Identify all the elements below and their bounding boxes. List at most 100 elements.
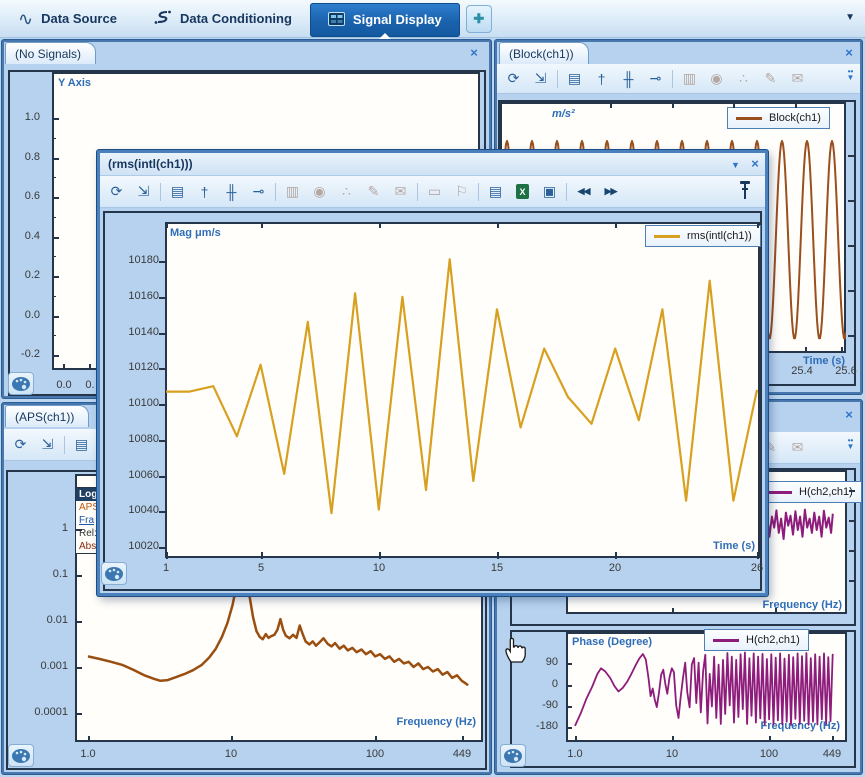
ribbon-tab-data-conditioning[interactable]: Data Conditioning bbox=[135, 0, 310, 38]
tick-label: 5 bbox=[231, 562, 291, 574]
mouse-hand-cursor bbox=[502, 634, 530, 664]
tick-mark bbox=[75, 621, 82, 623]
palette-button[interactable] bbox=[500, 744, 526, 767]
harmonic-cursor-icon[interactable]: ⊸ bbox=[247, 181, 270, 203]
note-icon[interactable]: ▤ bbox=[484, 181, 507, 203]
tab-aps-ch1[interactable]: (APS(ch1)) bbox=[5, 405, 89, 427]
tick-mark bbox=[566, 685, 572, 687]
dual-cursor-icon[interactable]: ╫ bbox=[220, 181, 243, 203]
tick-label: 10180 bbox=[128, 254, 159, 266]
tick-mark bbox=[615, 552, 617, 559]
toolbar-separator bbox=[417, 183, 418, 201]
sine-wave-icon: ∿ bbox=[18, 10, 33, 28]
tick-mark bbox=[795, 102, 797, 108]
tick-mark bbox=[849, 550, 855, 552]
band-marker-icon: ▭ bbox=[423, 181, 446, 203]
comment-icon: ✉ bbox=[389, 181, 412, 203]
next-frame-icon[interactable]: ▶▶ bbox=[599, 181, 622, 203]
prev-frame-icon[interactable]: ◀◀ bbox=[572, 181, 595, 203]
tick-mark bbox=[52, 296, 56, 297]
display-settings-icon[interactable]: ▤ bbox=[70, 434, 93, 456]
display-settings-icon[interactable]: ▤ bbox=[166, 181, 189, 203]
tick-mark bbox=[159, 297, 166, 299]
close-icon[interactable]: × bbox=[466, 45, 482, 61]
ribbon-tab-label: Data Source bbox=[41, 11, 117, 26]
tick-mark bbox=[610, 102, 612, 108]
tick-mark bbox=[261, 222, 263, 228]
tick-label: -180 bbox=[536, 720, 558, 732]
palette-button[interactable] bbox=[8, 372, 34, 395]
tick-mark bbox=[769, 736, 771, 742]
tick-label: 0.0 bbox=[25, 309, 40, 321]
expand-icon[interactable]: ⇲ bbox=[36, 434, 59, 456]
display-settings-icon[interactable]: ▤ bbox=[563, 68, 586, 90]
tick-label: 1.0 bbox=[58, 748, 118, 760]
y-axis-title: Y Axis bbox=[58, 77, 91, 89]
tick-mark bbox=[566, 727, 572, 729]
harmonic-cursor-icon[interactable]: ⊸ bbox=[644, 68, 667, 90]
tick-label: 100 bbox=[345, 748, 405, 760]
collapse-icon[interactable]: ▼ bbox=[731, 160, 740, 170]
single-cursor-icon[interactable]: † bbox=[590, 68, 613, 90]
tick-mark bbox=[849, 520, 855, 522]
ribbon-tab-data-source[interactable]: ∿ Data Source bbox=[0, 0, 135, 38]
tick-mark bbox=[672, 608, 674, 614]
pin-icon[interactable] bbox=[738, 179, 752, 203]
add-display-tab-button[interactable]: ✚ bbox=[466, 5, 492, 33]
tab-block-ch1[interactable]: (Block(ch1)) bbox=[499, 42, 589, 64]
toolbar-separator bbox=[672, 70, 673, 88]
close-icon[interactable]: × bbox=[841, 407, 857, 423]
tick-label: 10120 bbox=[128, 361, 159, 373]
palette-icon bbox=[503, 748, 523, 764]
auto-scale-icon[interactable]: ⟳ bbox=[105, 181, 128, 203]
close-icon[interactable]: × bbox=[841, 45, 857, 61]
palette-button[interactable] bbox=[8, 744, 34, 767]
tick-label: -0.2 bbox=[21, 348, 40, 360]
expand-icon[interactable]: ⇲ bbox=[529, 68, 552, 90]
tick-mark bbox=[497, 222, 499, 228]
tick-mark bbox=[757, 222, 759, 228]
single-cursor-icon[interactable]: † bbox=[193, 181, 216, 203]
tick-mark bbox=[159, 440, 166, 442]
tick-mark bbox=[52, 217, 56, 218]
tick-mark bbox=[841, 347, 843, 353]
tick-label: 90 bbox=[546, 656, 558, 668]
excel-export-icon[interactable]: X bbox=[511, 181, 534, 203]
tick-mark bbox=[733, 102, 735, 108]
tick-mark bbox=[75, 713, 82, 715]
snapshot-icon[interactable]: ▣ bbox=[538, 181, 561, 203]
ribbon-overflow-icon[interactable]: ▼ bbox=[845, 12, 855, 23]
tick-mark bbox=[52, 118, 59, 120]
delete-icon: ▥ bbox=[678, 68, 701, 90]
tick-label: 10020 bbox=[128, 540, 159, 552]
auto-scale-icon[interactable]: ⟳ bbox=[502, 68, 525, 90]
rms-toolbar: ⟳⇲▤†╫⊸▥◉∴✎✉▭⚐▤X▣◀◀▶▶ bbox=[100, 176, 765, 208]
scatter-icon: ∴ bbox=[732, 68, 755, 90]
plot-curve bbox=[165, 222, 760, 558]
tick-label: 10040 bbox=[128, 504, 159, 516]
signal-flow-icon bbox=[153, 8, 172, 30]
auto-scale-icon[interactable]: ⟳ bbox=[9, 434, 32, 456]
ribbon-tab-signal-display[interactable]: Signal Display bbox=[310, 3, 460, 37]
tick-label: 0.0001 bbox=[34, 706, 68, 718]
expand-icon[interactable]: ⇲ bbox=[132, 181, 155, 203]
toolbar-overflow-icon[interactable]: ••▼ bbox=[843, 69, 858, 81]
ribbon-tab-label: Data Conditioning bbox=[180, 11, 292, 26]
excel-export-icon: X bbox=[516, 184, 529, 199]
dual-cursor-icon[interactable]: ╫ bbox=[617, 68, 640, 90]
tick-mark bbox=[52, 158, 59, 160]
palette-button[interactable] bbox=[101, 562, 127, 585]
tick-mark bbox=[52, 177, 56, 178]
tick-mark bbox=[166, 222, 168, 228]
tick-label: 0.01 bbox=[47, 614, 68, 626]
tick-mark bbox=[52, 256, 56, 257]
block-toolbar: ⟳⇲▤†╫⊸▥◉∴✎✉ bbox=[497, 64, 860, 94]
tick-mark bbox=[159, 261, 166, 263]
close-icon[interactable]: × bbox=[747, 156, 763, 172]
tick-label: 1 bbox=[136, 562, 196, 574]
tab-no-signals[interactable]: (No Signals) bbox=[5, 42, 96, 64]
toolbar-separator bbox=[478, 183, 479, 201]
tick-mark bbox=[52, 355, 59, 357]
toolbar-overflow-icon[interactable]: ••▼ bbox=[843, 438, 858, 450]
rms-titlebar[interactable]: (rms(intl(ch1))) bbox=[100, 153, 765, 176]
